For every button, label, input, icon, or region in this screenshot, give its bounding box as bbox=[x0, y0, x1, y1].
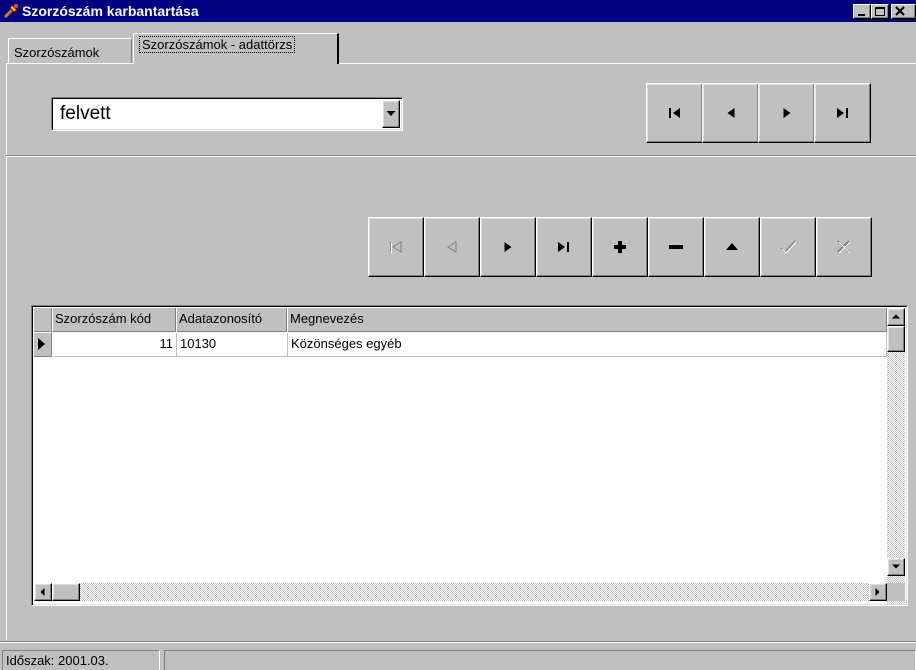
x-icon bbox=[837, 240, 851, 254]
top-prior-button[interactable] bbox=[702, 83, 759, 143]
top-last-button[interactable] bbox=[814, 83, 871, 143]
horizontal-scroll-thumb[interactable] bbox=[52, 583, 80, 601]
grid-cancel-button[interactable] bbox=[816, 217, 872, 277]
prior-record-icon bbox=[727, 108, 734, 118]
column-header-adatazonosito[interactable]: Adatazonosító bbox=[177, 308, 287, 332]
statusbar-separator bbox=[0, 641, 916, 643]
prior-record-icon bbox=[447, 241, 457, 253]
dropdown-button[interactable] bbox=[382, 100, 400, 128]
title-bar[interactable]: Szorzószám karbantartása bbox=[0, 0, 916, 22]
grid-prior-button[interactable] bbox=[424, 217, 480, 277]
column-header-megnevezes[interactable]: Megnevezés bbox=[288, 308, 887, 332]
status-period: Időszak: 2001.03. bbox=[2, 650, 160, 670]
grid-cell[interactable]: 11 bbox=[53, 333, 177, 357]
plus-icon bbox=[614, 241, 626, 253]
grid-delete-button[interactable] bbox=[648, 217, 704, 277]
column-header-szorzoszam-kod[interactable]: Szorzószám kód bbox=[53, 308, 176, 332]
data-grid[interactable]: Szorzószám kód Adatazonosító Megnevezés … bbox=[31, 305, 908, 606]
filter-combobox[interactable]: felvett bbox=[51, 97, 403, 131]
tab-label: Szorzószámok - adattörzs bbox=[139, 36, 296, 53]
row-indicator[interactable] bbox=[34, 333, 52, 357]
grid-first-button[interactable] bbox=[368, 217, 424, 277]
grid-insert-button[interactable] bbox=[592, 217, 648, 277]
minus-icon bbox=[669, 245, 683, 249]
horizontal-scrollbar[interactable] bbox=[34, 583, 887, 601]
filter-combobox-value: felvett bbox=[60, 103, 111, 124]
scroll-down-button[interactable] bbox=[887, 558, 905, 576]
close-button[interactable] bbox=[891, 4, 916, 19]
up-triangle-icon bbox=[726, 243, 738, 250]
grid-cell[interactable]: Közönséges egyéb bbox=[288, 333, 887, 357]
vertical-scrollbar[interactable] bbox=[887, 308, 905, 604]
tab-label: Szorzószámok bbox=[14, 45, 100, 60]
tab-szorzoszamok-adattorzs[interactable]: Szorzószámok - adattörzs bbox=[133, 33, 339, 64]
maximize-button[interactable] bbox=[871, 4, 889, 19]
app-icon bbox=[3, 3, 19, 19]
vertical-scroll-thumb[interactable] bbox=[887, 326, 905, 352]
grid-indicator-header bbox=[34, 308, 52, 332]
minimize-button[interactable] bbox=[853, 4, 871, 19]
next-record-icon bbox=[504, 242, 512, 252]
last-record-icon bbox=[558, 242, 569, 252]
up-arrow-icon bbox=[892, 314, 900, 319]
scroll-up-button[interactable] bbox=[887, 308, 905, 326]
grid-cell[interactable]: 10130 bbox=[177, 333, 288, 357]
first-record-icon bbox=[668, 108, 680, 118]
next-record-icon bbox=[783, 108, 790, 118]
first-record-icon bbox=[390, 241, 402, 253]
grid-edit-button[interactable] bbox=[704, 217, 760, 277]
grid-next-button[interactable] bbox=[480, 217, 536, 277]
last-record-icon bbox=[836, 108, 848, 118]
top-first-button[interactable] bbox=[646, 83, 703, 143]
panel-separator bbox=[6, 155, 916, 157]
scroll-left-button[interactable] bbox=[34, 583, 52, 601]
grid-post-button[interactable] bbox=[760, 217, 816, 277]
left-arrow-icon bbox=[40, 588, 45, 596]
scroll-right-button[interactable] bbox=[869, 583, 887, 601]
window-title: Szorzószám karbantartása bbox=[22, 3, 199, 19]
current-row-icon bbox=[38, 338, 45, 350]
down-arrow-icon bbox=[892, 564, 900, 569]
top-next-button[interactable] bbox=[758, 83, 815, 143]
checkmark-icon bbox=[780, 240, 796, 254]
right-arrow-icon bbox=[875, 588, 880, 596]
scrollbar-corner bbox=[887, 583, 905, 601]
chevron-down-icon bbox=[386, 111, 396, 116]
tab-szorzoszamok[interactable]: Szorzószámok bbox=[8, 38, 132, 64]
grid-last-button[interactable] bbox=[536, 217, 592, 277]
status-panel-empty bbox=[164, 650, 916, 670]
